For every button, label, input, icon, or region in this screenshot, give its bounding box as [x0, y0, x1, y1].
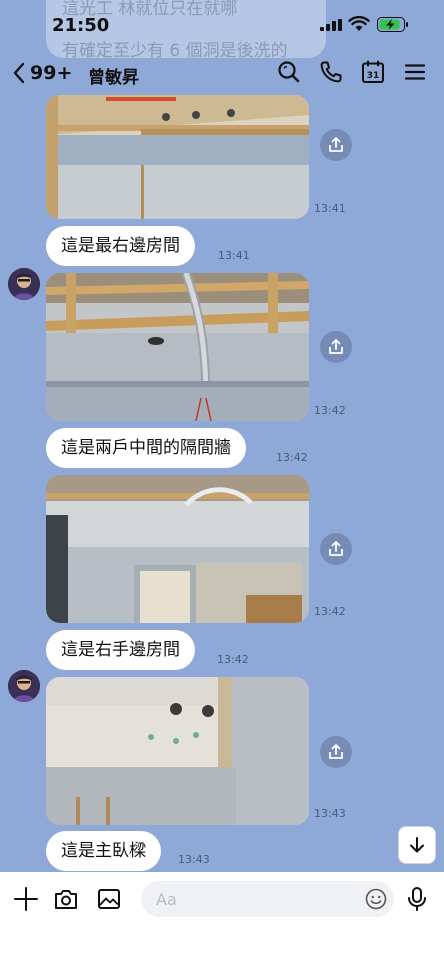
calendar-day: 31 [367, 71, 380, 81]
message-timestamp: 13:41 [218, 249, 250, 262]
message-input[interactable] [141, 881, 394, 917]
scroll-to-bottom-button[interactable] [398, 826, 436, 864]
calendar-icon[interactable]: 31 [360, 59, 386, 85]
text-message[interactable]: 這是最右邊房間 [46, 226, 195, 266]
message-timestamp: 13:42 [314, 404, 346, 417]
share-button[interactable] [320, 129, 352, 161]
share-button[interactable] [320, 736, 352, 768]
image-message-right-room[interactable] [46, 475, 309, 623]
wifi-icon [348, 16, 370, 31]
arrow-down-icon [410, 837, 424, 853]
microphone-icon[interactable] [405, 886, 429, 912]
emoji-icon[interactable] [365, 888, 387, 910]
menu-icon[interactable] [402, 59, 428, 85]
message-timestamp: 13:42 [314, 605, 346, 618]
message-timestamp: 13:43 [178, 853, 210, 866]
message-timestamp: 13:41 [314, 202, 346, 215]
share-icon [329, 744, 343, 759]
share-button[interactable] [320, 533, 352, 565]
avatar-image [8, 268, 40, 300]
share-button[interactable] [320, 331, 352, 363]
phone-icon[interactable] [318, 59, 344, 85]
photo-right-room [46, 475, 309, 623]
avatar-image [8, 670, 40, 702]
message-input-bar [0, 872, 444, 926]
image-message-ceiling-edge[interactable] [46, 95, 309, 219]
plus-icon[interactable] [13, 886, 39, 912]
text-message[interactable]: 這是兩戶中間的隔間牆 [46, 428, 246, 468]
back-button[interactable]: 99+ [12, 60, 72, 86]
status-time: 21:50 [52, 15, 110, 36]
share-icon [329, 339, 343, 354]
text-message[interactable]: 這是主臥樑 [46, 831, 161, 871]
avatar[interactable] [8, 670, 40, 702]
status-bar: 21:50 [0, 0, 444, 48]
chat-area[interactable]: 這光工 林就位只在就哪 有確定至少有 6 個洞是後洗的 21:50 99+ 曾敏… [0, 0, 444, 872]
text-message[interactable]: 這是右手邊房間 [46, 630, 195, 670]
contact-name[interactable]: 曾敏昇 [88, 63, 139, 88]
photo-ceiling-conduit [46, 273, 309, 421]
unread-count: 99+ [30, 62, 73, 84]
image-message-ceiling-conduit[interactable] [46, 273, 309, 421]
battery-charging-icon [377, 17, 408, 32]
message-timestamp: 13:43 [314, 807, 346, 820]
image-gallery-icon[interactable] [96, 886, 122, 912]
chevron-left-icon [13, 62, 25, 84]
message-timestamp: 13:42 [217, 653, 249, 666]
camera-icon[interactable] [53, 886, 79, 912]
share-icon [329, 137, 343, 152]
message-timestamp: 13:42 [276, 451, 308, 464]
search-icon[interactable] [276, 59, 302, 85]
avatar[interactable] [8, 268, 40, 300]
share-icon [329, 541, 343, 556]
photo-ceiling-frame [46, 95, 309, 219]
photo-master-beam [46, 677, 309, 825]
cellular-signal-icon [320, 19, 342, 31]
image-message-master-beam[interactable] [46, 677, 309, 825]
chat-header: 99+ 曾敏昇 31 [0, 50, 444, 94]
